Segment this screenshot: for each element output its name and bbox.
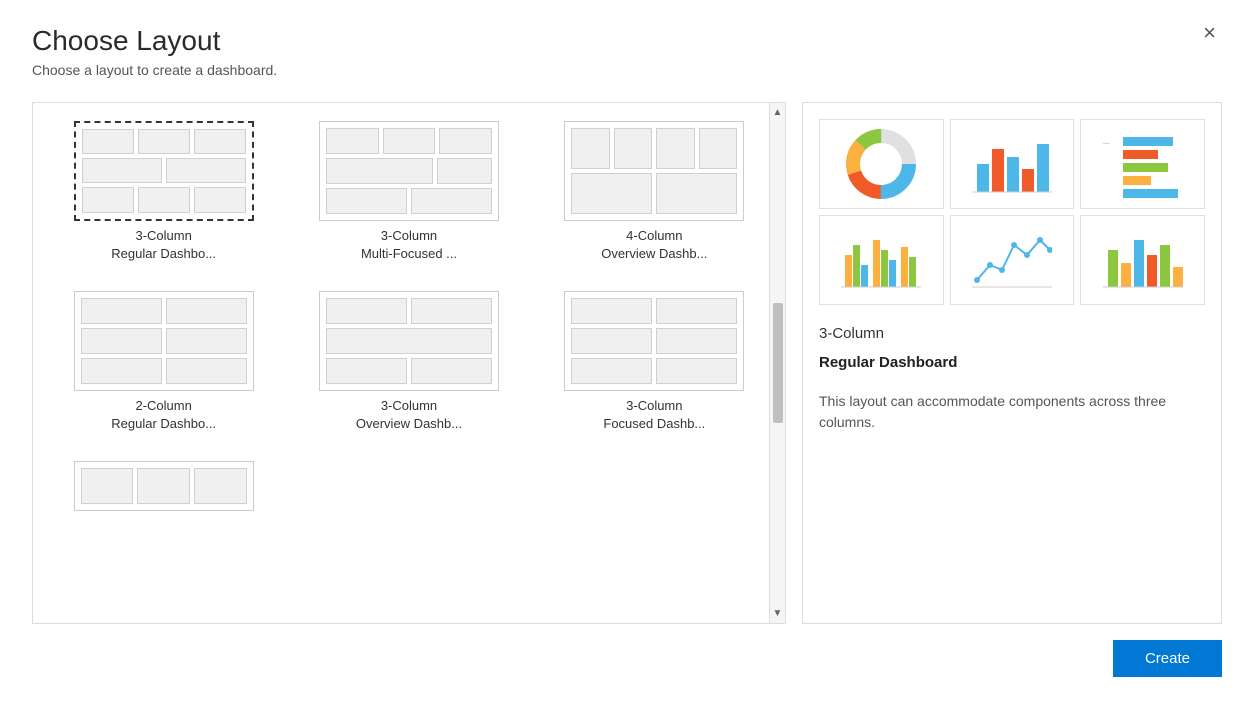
thumb-cell (326, 298, 407, 324)
thumb-cell (411, 188, 492, 214)
scroll-up-button[interactable]: ▲ (769, 103, 786, 122)
thumb-cell (81, 328, 162, 354)
thumb-cell (166, 358, 247, 384)
thumb-cell (571, 298, 652, 324)
preview-layout-name: Regular Dashboard (819, 354, 1205, 371)
thumb-cell (326, 188, 407, 214)
thumb-cell (194, 468, 247, 504)
thumb-cell (411, 358, 492, 384)
thumb-cell (326, 158, 433, 184)
layout-label-3col-focused: 3-ColumnFocused Dashb... (603, 397, 705, 433)
thumb-cell (699, 128, 738, 169)
thumb-cell (439, 128, 492, 154)
layout-label-3col-regular: 3-ColumnRegular Dashbo... (111, 227, 216, 263)
preview-chart-line (950, 215, 1075, 305)
thumb-cell (82, 129, 134, 154)
thumb-cell (614, 128, 653, 169)
layout-thumb-partial (74, 461, 254, 511)
thumb-cell (656, 173, 737, 214)
thumb-cell (81, 468, 134, 504)
thumb-cell (571, 128, 610, 169)
create-button[interactable]: Create (1113, 640, 1222, 677)
layout-item-3col-focused[interactable]: 3-ColumnFocused Dashb... (540, 285, 769, 439)
layout-item-2col-regular[interactable]: 2-ColumnRegular Dashbo... (49, 285, 278, 439)
layout-item-3col-overview[interactable]: 3-ColumnOverview Dashb... (294, 285, 523, 439)
layout-item-3col-regular[interactable]: 3-ColumnRegular Dashbo... (49, 115, 278, 269)
svg-text:—: — (1103, 140, 1110, 147)
thumb-cell (571, 173, 652, 214)
scroll-down-button[interactable]: ▼ (769, 604, 786, 623)
thumb-cell (656, 128, 695, 169)
layout-label-3col-overview: 3-ColumnOverview Dashb... (356, 397, 462, 433)
thumb-cell (656, 328, 737, 354)
preview-chart-multibar (1080, 215, 1205, 305)
layout-label-4col-overview: 4-ColumnOverview Dashb... (601, 227, 707, 263)
thumb-cell (656, 298, 737, 324)
thumb-cell (166, 158, 246, 183)
header-text: Choose Layout Choose a layout to create … (32, 24, 277, 78)
preview-layout-type: 3-Column (819, 325, 1205, 342)
preview-description: This layout can accommodate components a… (819, 391, 1205, 433)
thumb-cell (326, 358, 407, 384)
thumb-cell (194, 129, 246, 154)
dialog-subtitle: Choose a layout to create a dashboard. (32, 62, 277, 78)
thumb-cell (656, 358, 737, 384)
thumb-cell (166, 328, 247, 354)
thumb-cell (137, 468, 190, 504)
thumb-cell (166, 298, 247, 324)
scrollbar[interactable]: ▲ ▼ (769, 103, 785, 623)
preview-charts: — (819, 119, 1205, 305)
scroll-thumb (773, 303, 783, 423)
dialog-body: 3-ColumnRegular Dashbo... (32, 102, 1222, 624)
thumb-cell (571, 358, 652, 384)
close-button[interactable]: × (1197, 20, 1222, 46)
layout-thumb-3col-regular (74, 121, 254, 221)
thumb-cell (383, 128, 436, 154)
thumb-cell (82, 187, 134, 212)
thumb-cell (571, 328, 652, 354)
preview-chart-hbar: — (1080, 119, 1205, 209)
layout-thumb-3col-focused (564, 291, 744, 391)
thumb-cell (411, 298, 492, 324)
thumb-cell (326, 328, 492, 354)
thumb-cell (138, 187, 190, 212)
thumb-cell (437, 158, 492, 184)
dialog-header: Choose Layout Choose a layout to create … (32, 24, 1222, 78)
thumb-cell (81, 298, 162, 324)
thumb-cell (82, 158, 162, 183)
dialog-title: Choose Layout (32, 24, 277, 58)
thumb-cell (326, 128, 379, 154)
layout-item-3col-multifocused[interactable]: 3-ColumnMulti-Focused ... (294, 115, 523, 269)
thumb-cell (138, 129, 190, 154)
layout-label-3col-multifocused: 3-ColumnMulti-Focused ... (361, 227, 457, 263)
choose-layout-dialog: Choose Layout Choose a layout to create … (0, 0, 1254, 701)
dialog-footer: Create (32, 624, 1222, 677)
layout-list-container: 3-ColumnRegular Dashbo... (32, 102, 786, 624)
layout-thumb-3col-multifocused (319, 121, 499, 221)
layout-thumb-3col-overview (319, 291, 499, 391)
thumb-cell (194, 187, 246, 212)
layout-label-2col-regular: 2-ColumnRegular Dashbo... (111, 397, 216, 433)
layout-list: 3-ColumnRegular Dashbo... (33, 103, 785, 623)
layout-item-4col-overview[interactable]: 4-ColumnOverview Dashb... (540, 115, 769, 269)
preview-chart-bar (950, 119, 1075, 209)
layout-item-partial[interactable] (49, 455, 278, 523)
preview-panel: — (802, 102, 1222, 624)
preview-chart-donut (819, 119, 944, 209)
layout-thumb-4col-overview (564, 121, 744, 221)
preview-chart-grouped-bar (819, 215, 944, 305)
thumb-cell (81, 358, 162, 384)
layout-thumb-2col-regular (74, 291, 254, 391)
